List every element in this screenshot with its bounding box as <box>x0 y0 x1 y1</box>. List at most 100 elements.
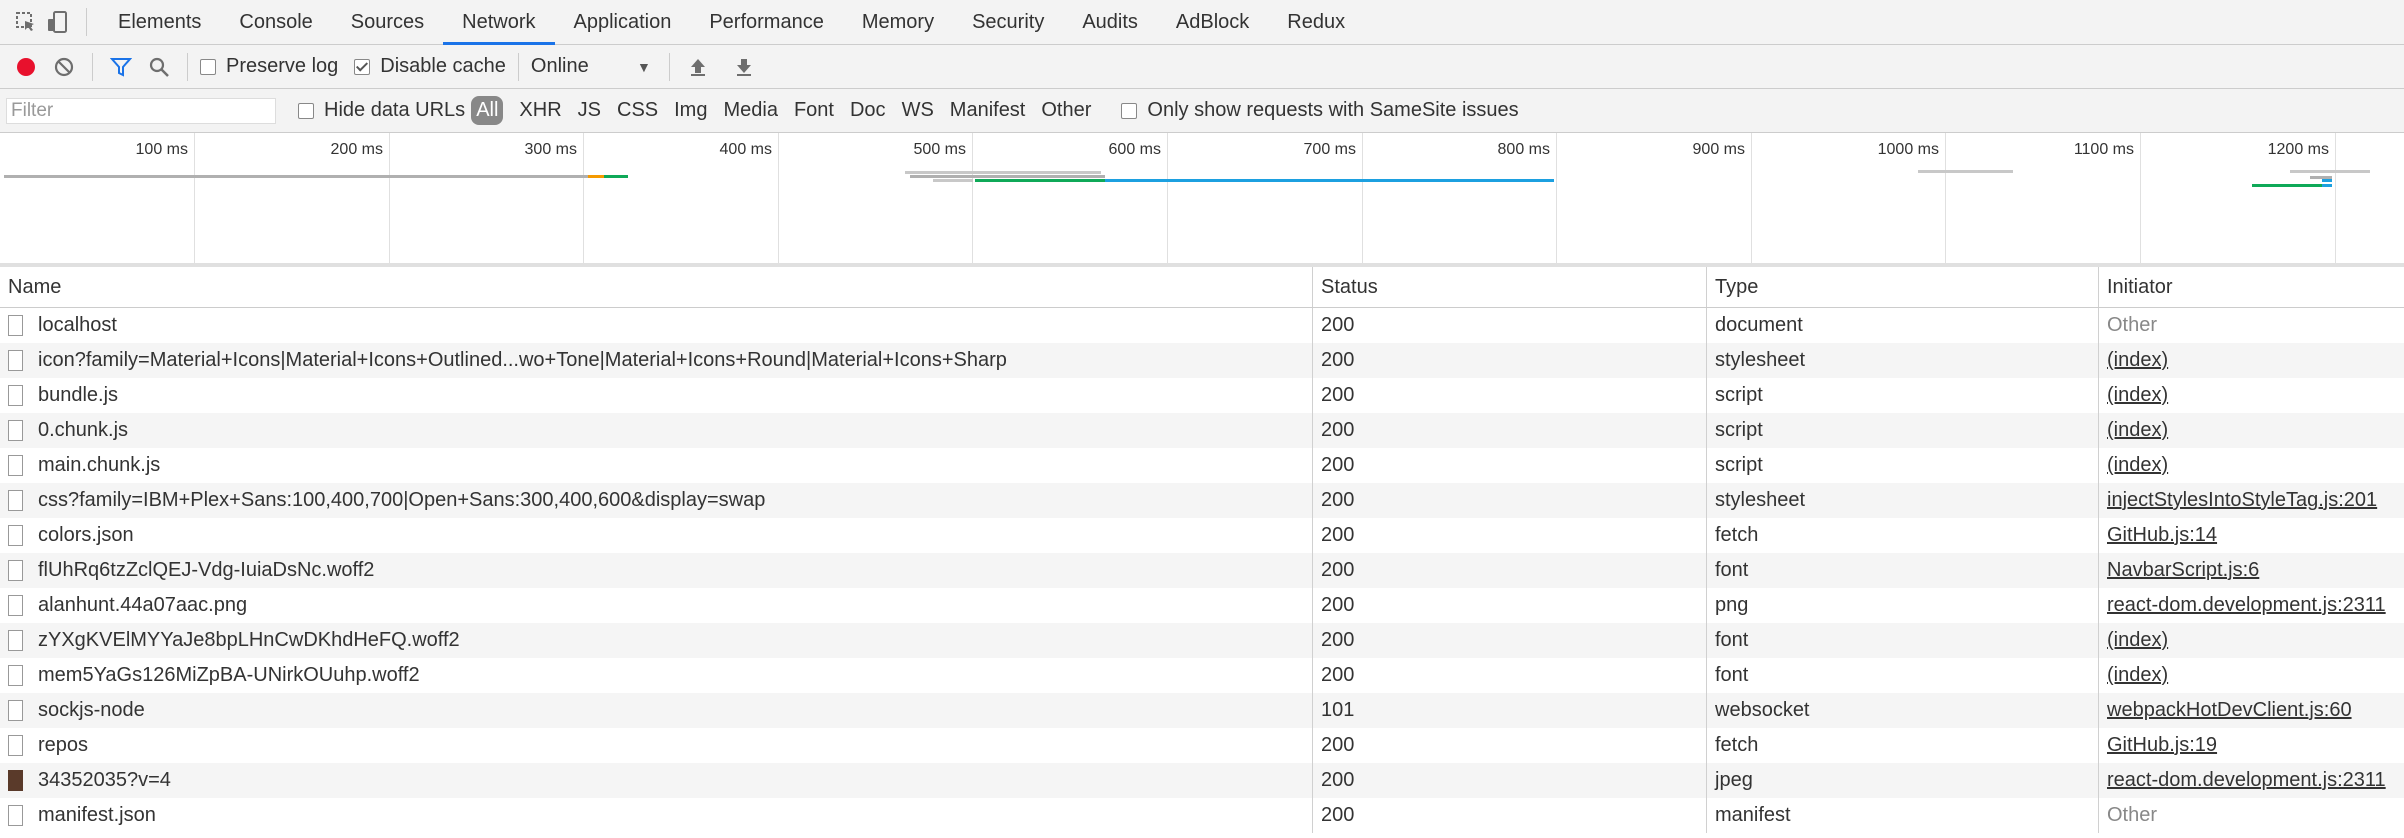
request-name-cell[interactable]: sockjs-node <box>0 693 1313 728</box>
request-name-cell[interactable]: main.chunk.js <box>0 448 1313 483</box>
samesite-checkbox[interactable]: Only show requests with SameSite issues <box>1121 99 1519 122</box>
tab-redux[interactable]: Redux <box>1268 0 1364 45</box>
initiator-link[interactable]: injectStylesIntoStyleTag.js:201 <box>2107 489 2377 512</box>
request-name-cell[interactable]: icon?family=Material+Icons|Material+Icon… <box>0 343 1313 378</box>
filter-type-manifest[interactable]: Manifest <box>942 99 1034 122</box>
preserve-log-checkbox[interactable]: Preserve log <box>200 55 338 78</box>
initiator-link[interactable]: (index) <box>2107 629 2168 652</box>
filter-type-css[interactable]: CSS <box>609 99 666 122</box>
table-row[interactable]: sockjs-node 101 websocket webpackHotDevClie… <box>0 693 2404 728</box>
request-initiator-cell[interactable]: (index) <box>2099 413 2404 448</box>
disable-cache-checkbox[interactable]: Disable cache <box>354 55 506 78</box>
samesite-check-box[interactable] <box>1121 102 1138 119</box>
table-row[interactable]: manifest.json 200 manifest Other <box>0 798 2404 833</box>
filter-icon[interactable] <box>105 51 137 83</box>
request-name-cell[interactable]: alanhunt.44a07aac.png <box>0 588 1313 623</box>
filter-type-js[interactable]: JS <box>570 99 609 122</box>
request-name-cell[interactable]: mem5YaGs126MiZpBA-UNirkOUuhp.woff2 <box>0 658 1313 693</box>
request-initiator-cell[interactable]: webpackHotDevClient.js:60 <box>2099 693 2404 728</box>
initiator-link[interactable]: webpackHotDevClient.js:60 <box>2107 699 2352 722</box>
initiator-link[interactable]: GitHub.js:14 <box>2107 524 2217 547</box>
request-name-cell[interactable]: colors.json <box>0 518 1313 553</box>
initiator-link[interactable]: GitHub.js:19 <box>2107 734 2217 757</box>
column-header-name[interactable]: Name <box>0 267 1313 307</box>
filter-type-other[interactable]: Other <box>1033 99 1099 122</box>
clear-icon[interactable] <box>48 51 80 83</box>
request-name-cell[interactable]: repos <box>0 728 1313 763</box>
table-row[interactable]: flUhRq6tzZclQEJ-Vdg-IuiaDsNc.woff2 200 fon… <box>0 553 2404 588</box>
record-button[interactable] <box>10 51 42 83</box>
tab-application[interactable]: Application <box>555 0 691 45</box>
filter-type-all[interactable]: All <box>471 96 504 125</box>
tab-security[interactable]: Security <box>953 0 1063 45</box>
initiator-link[interactable]: (index) <box>2107 419 2168 442</box>
column-header-type[interactable]: Type <box>1707 267 2099 307</box>
request-initiator-cell[interactable]: (index) <box>2099 448 2404 483</box>
request-initiator-cell[interactable]: GitHub.js:19 <box>2099 728 2404 763</box>
request-initiator-cell[interactable]: NavbarScript.js:6 <box>2099 553 2404 588</box>
export-har-icon[interactable] <box>728 51 760 83</box>
filter-type-media[interactable]: Media <box>715 99 785 122</box>
request-initiator-cell[interactable]: GitHub.js:14 <box>2099 518 2404 553</box>
table-row[interactable]: 34352035?v=4 200 jpeg react-dom.development… <box>0 763 2404 798</box>
table-row[interactable]: localhost 200 document Other <box>0 308 2404 343</box>
request-initiator-cell[interactable]: (index) <box>2099 658 2404 693</box>
inspect-element-icon[interactable] <box>10 6 42 38</box>
table-row[interactable]: alanhunt.44a07aac.png 200 png react-dom.dev… <box>0 588 2404 623</box>
tab-network[interactable]: Network <box>443 0 555 45</box>
table-row[interactable]: css?family=IBM+Plex+Sans:100,400,700|Ope… <box>0 483 2404 518</box>
table-row[interactable]: repos 200 fetch GitHub.js:19 <box>0 728 2404 763</box>
tab-audits[interactable]: Audits <box>1063 0 1157 45</box>
request-initiator-cell[interactable]: react-dom.development.js:2311 <box>2099 588 2404 623</box>
tab-sources[interactable]: Sources <box>332 0 443 45</box>
request-name-cell[interactable]: 34352035?v=4 <box>0 763 1313 798</box>
table-row[interactable]: colors.json 200 fetch GitHub.js:14 <box>0 518 2404 553</box>
filter-type-font[interactable]: Font <box>786 99 842 122</box>
request-name-cell[interactable]: zYXgKVElMYYaJe8bpLHnCwDKhdHeFQ.woff2 <box>0 623 1313 658</box>
request-name-cell[interactable]: localhost <box>0 308 1313 343</box>
disable-cache-check-box[interactable] <box>354 58 371 75</box>
request-name-cell[interactable]: flUhRq6tzZclQEJ-Vdg-IuiaDsNc.woff2 <box>0 553 1313 588</box>
initiator-link[interactable]: (index) <box>2107 384 2168 407</box>
initiator-link[interactable]: (index) <box>2107 664 2168 687</box>
filter-type-ws[interactable]: WS <box>894 99 942 122</box>
column-header-initiator[interactable]: Initiator <box>2099 267 2404 307</box>
initiator-link[interactable]: react-dom.development.js:2311 <box>2107 769 2386 792</box>
request-name-cell[interactable]: bundle.js <box>0 378 1313 413</box>
table-row[interactable]: bundle.js 200 script (index) <box>0 378 2404 413</box>
table-row[interactable]: zYXgKVElMYYaJe8bpLHnCwDKhdHeFQ.woff2 200 f… <box>0 623 2404 658</box>
initiator-link[interactable]: NavbarScript.js:6 <box>2107 559 2259 582</box>
table-row[interactable]: mem5YaGs126MiZpBA-UNirkOUuhp.woff2 200 fon… <box>0 658 2404 693</box>
device-toolbar-icon[interactable] <box>42 6 74 38</box>
tab-console[interactable]: Console <box>220 0 331 45</box>
filter-type-doc[interactable]: Doc <box>842 99 894 122</box>
request-name-cell[interactable]: manifest.json <box>0 798 1313 833</box>
tab-elements[interactable]: Elements <box>99 0 220 45</box>
request-name-cell[interactable]: 0.chunk.js <box>0 413 1313 448</box>
request-initiator-cell[interactable]: react-dom.development.js:2311 <box>2099 763 2404 798</box>
request-initiator-cell[interactable]: (index) <box>2099 343 2404 378</box>
network-overview-timeline[interactable]: 100 ms 200 ms 300 ms 400 ms 500 ms 600 ms 700 … <box>0 133 2404 267</box>
filter-type-xhr[interactable]: XHR <box>511 99 569 122</box>
preserve-log-check-box[interactable] <box>200 58 216 75</box>
request-initiator-cell[interactable]: (index) <box>2099 623 2404 658</box>
table-row[interactable]: 0.chunk.js 200 script (index) <box>0 413 2404 448</box>
request-initiator-cell[interactable]: injectStylesIntoStyleTag.js:201 <box>2099 483 2404 518</box>
tab-adblock[interactable]: AdBlock <box>1157 0 1268 45</box>
initiator-link[interactable]: (index) <box>2107 454 2168 477</box>
table-row[interactable]: main.chunk.js 200 script (index) <box>0 448 2404 483</box>
initiator-link[interactable]: react-dom.development.js:2311 <box>2107 594 2386 617</box>
hide-data-urls-check-box[interactable] <box>298 102 314 119</box>
tab-performance[interactable]: Performance <box>690 0 843 45</box>
table-row[interactable]: icon?family=Material+Icons|Material+Icon… <box>0 343 2404 378</box>
column-header-status[interactable]: Status <box>1313 267 1707 307</box>
request-name-cell[interactable]: css?family=IBM+Plex+Sans:100,400,700|Ope… <box>0 483 1313 518</box>
throttling-select[interactable]: Online ▼ <box>531 55 651 78</box>
filter-input[interactable] <box>6 97 276 124</box>
hide-data-urls-checkbox[interactable]: Hide data URLs <box>298 99 465 122</box>
search-icon[interactable] <box>143 51 175 83</box>
import-har-icon[interactable] <box>682 51 714 83</box>
initiator-link[interactable]: (index) <box>2107 349 2168 372</box>
tab-memory[interactable]: Memory <box>843 0 953 45</box>
filter-type-img[interactable]: Img <box>666 99 715 122</box>
